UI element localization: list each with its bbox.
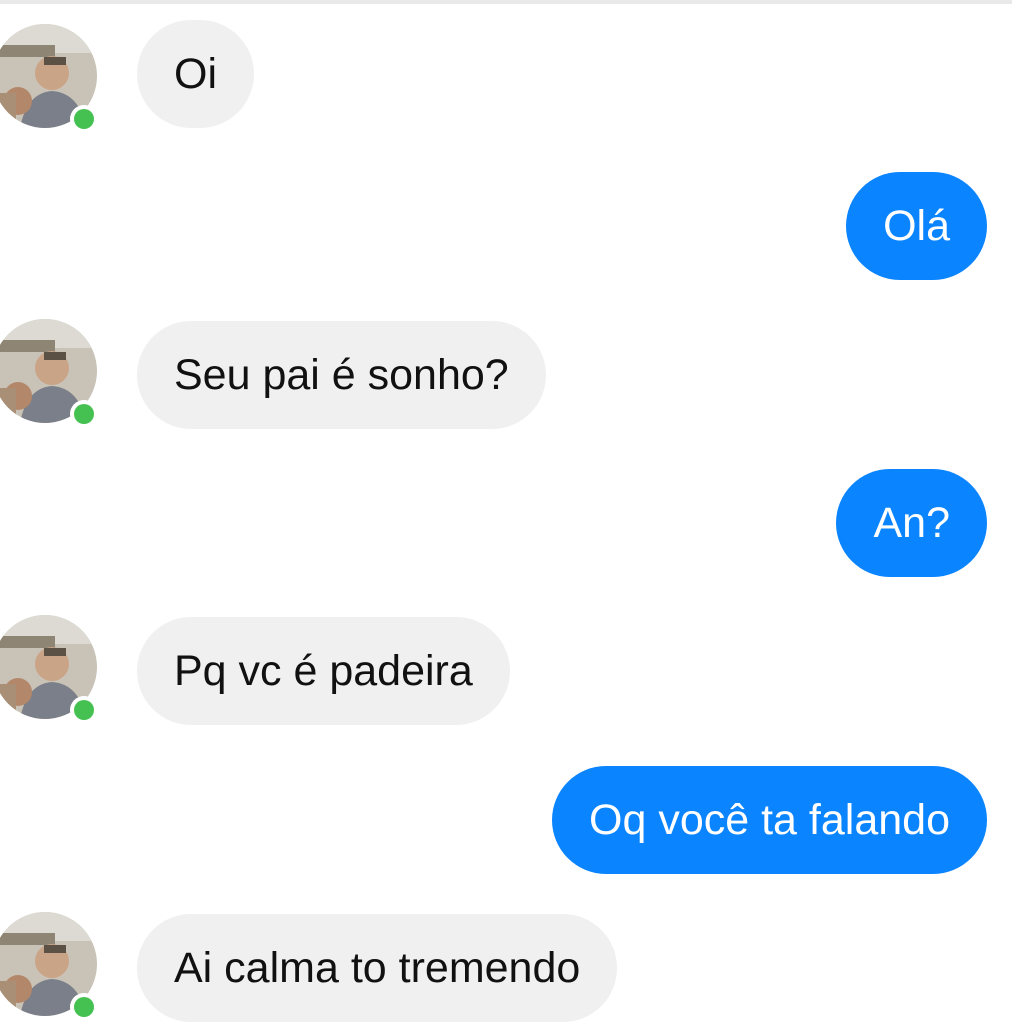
message-bubble-outgoing[interactable]: Olá xyxy=(846,172,987,280)
contact-avatar[interactable] xyxy=(0,23,98,129)
top-divider xyxy=(0,0,1012,4)
avatar-photo-icon xyxy=(0,319,98,424)
message-bubble-outgoing[interactable]: An? xyxy=(836,469,987,577)
message-bubble-incoming[interactable]: Ai calma to tremendo xyxy=(137,914,618,1022)
avatar-photo-icon xyxy=(0,912,98,1017)
online-status-dot xyxy=(74,109,94,129)
avatar-photo-icon xyxy=(0,24,98,129)
online-status-dot xyxy=(74,404,94,424)
message-bubble-incoming[interactable]: Seu pai é sonho? xyxy=(137,321,546,429)
contact-avatar[interactable] xyxy=(0,614,98,720)
avatar-photo-icon xyxy=(0,615,98,720)
message-bubble-incoming[interactable]: Pq vc é padeira xyxy=(137,617,510,725)
message-bubble-outgoing[interactable]: Oq você ta falando xyxy=(552,766,987,874)
contact-avatar[interactable] xyxy=(0,911,98,1017)
online-status-dot xyxy=(74,997,94,1017)
chat-thread: Oi Olá Seu pai é sonho? An? Pq vc é pade… xyxy=(0,0,1012,1024)
contact-avatar[interactable] xyxy=(0,318,98,424)
online-status-dot xyxy=(74,700,94,720)
message-bubble-incoming[interactable]: Oi xyxy=(137,20,254,128)
